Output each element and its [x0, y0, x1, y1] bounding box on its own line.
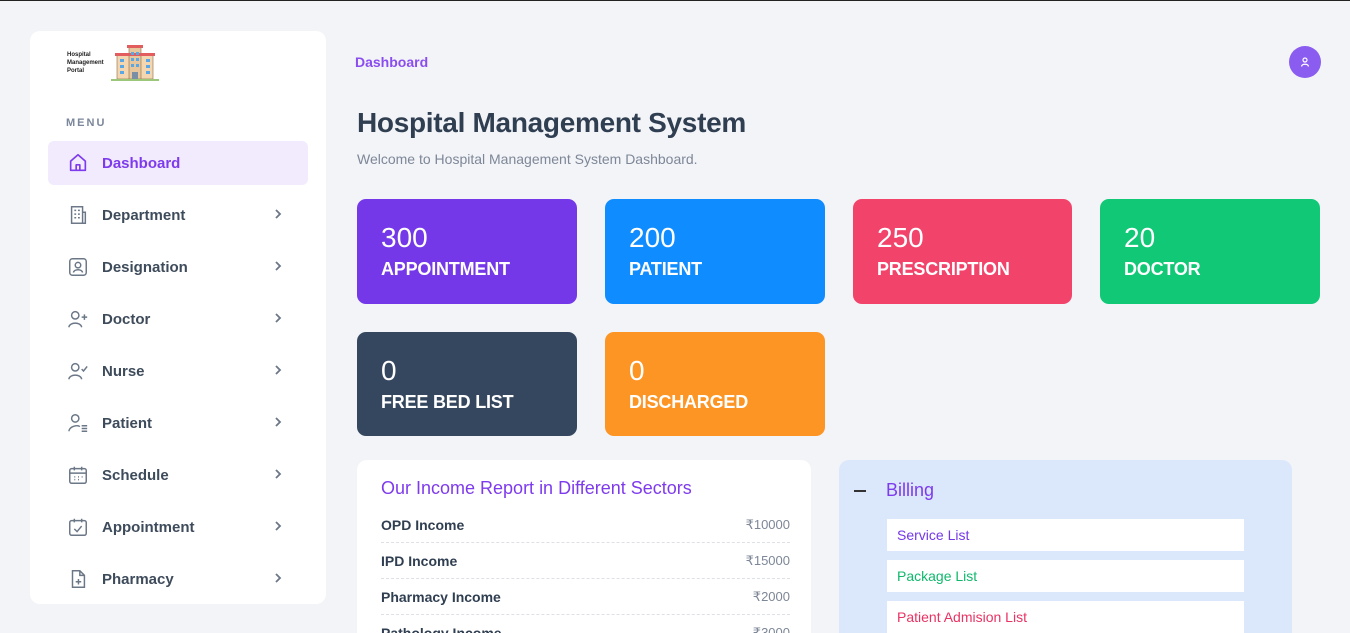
- income-value: ₹15000: [745, 552, 790, 568]
- income-value: ₹3000: [752, 624, 790, 633]
- chevron-right-icon: [275, 417, 282, 427]
- sidebar-item-nurse[interactable]: Nurse: [48, 349, 308, 393]
- stat-label: PATIENT: [629, 259, 702, 279]
- user-list-icon: [67, 412, 89, 434]
- stat-value: 300: [381, 222, 428, 253]
- chevron-right-icon: [275, 261, 282, 271]
- stat-card-free-bed-list[interactable]: 0 FREE BED LIST: [357, 332, 577, 436]
- income-name: OPD Income: [381, 516, 465, 533]
- hospital-building-icon: [111, 45, 159, 81]
- income-report-panel: Our Income Report in Different Sectors O…: [357, 460, 811, 633]
- billing-item-package-list[interactable]: Package List: [887, 560, 1244, 592]
- billing-item-patient-admision-list[interactable]: Patient Admision List: [887, 601, 1244, 633]
- building-icon: [67, 204, 89, 226]
- income-name: IPD Income: [381, 552, 458, 569]
- stat-value: 20: [1124, 222, 1156, 253]
- sidebar-item-label: Nurse: [102, 362, 145, 380]
- sidebar-item-designation[interactable]: Designation: [48, 245, 308, 289]
- logo[interactable]: Hospital Management Portal: [67, 45, 159, 81]
- chevron-right-icon: [275, 573, 282, 583]
- stat-card-prescription[interactable]: 250 PRESCRIPTION: [853, 199, 1072, 304]
- collapse-icon[interactable]: [854, 489, 866, 492]
- income-name: Pharmacy Income: [381, 588, 501, 605]
- page-subtitle: Welcome to Hospital Management System Da…: [357, 151, 698, 167]
- chevron-right-icon: [275, 209, 282, 219]
- billing-list: Service List Package List Patient Admisi…: [887, 519, 1244, 633]
- sidebar-item-label: Dashboard: [102, 154, 181, 172]
- billing-title: Billing: [886, 480, 935, 500]
- sidebar-item-dashboard[interactable]: Dashboard: [48, 141, 308, 185]
- billing-accordion-header[interactable]: Billing: [854, 480, 934, 501]
- sidebar-item-label: Designation: [102, 258, 188, 276]
- sidebar-item-label: Appointment: [102, 518, 195, 536]
- page-title: Hospital Management System: [357, 107, 746, 138]
- sidebar-item-doctor[interactable]: Doctor: [48, 297, 308, 341]
- sidebar-item-label: Department: [102, 206, 186, 224]
- menu-heading: MENU: [66, 117, 107, 129]
- chevron-right-icon: [275, 365, 282, 375]
- income-value: ₹10000: [745, 516, 790, 532]
- chevron-right-icon: [275, 313, 282, 323]
- sidebar-item-label: Pharmacy: [102, 570, 174, 588]
- breadcrumb[interactable]: Dashboard: [355, 54, 428, 70]
- billing-item-service-list[interactable]: Service List: [887, 519, 1244, 551]
- user-icon: [1300, 57, 1310, 67]
- user-plus-icon: [67, 308, 89, 330]
- income-row: Pathology Income ₹3000: [381, 615, 790, 633]
- logo-text: Hospital Management Portal: [67, 52, 104, 74]
- stat-card-discharged[interactable]: 0 DISCHARGED: [605, 332, 825, 436]
- stat-value: 0: [629, 355, 645, 386]
- file-plus-icon: [67, 568, 89, 590]
- income-report-title: Our Income Report in Different Sectors: [381, 478, 692, 498]
- id-card-icon: [67, 256, 89, 278]
- billing-panel: Billing Service List Package List Patien…: [839, 460, 1292, 633]
- stat-value: 0: [381, 355, 397, 386]
- income-row: Pharmacy Income ₹2000: [381, 579, 790, 615]
- stat-label: APPOINTMENT: [381, 259, 510, 279]
- calendar-icon: [67, 464, 89, 486]
- home-icon: [67, 152, 89, 174]
- stat-label: FREE BED LIST: [381, 392, 514, 412]
- stat-label: DOCTOR: [1124, 259, 1201, 279]
- user-avatar-button[interactable]: [1289, 46, 1321, 78]
- income-value: ₹2000: [752, 588, 790, 604]
- income-row: OPD Income ₹10000: [381, 507, 790, 543]
- stat-card-doctor[interactable]: 20 DOCTOR: [1100, 199, 1320, 304]
- chevron-right-icon: [275, 469, 282, 479]
- calendar-check-icon: [67, 516, 89, 538]
- stat-card-appointment[interactable]: 300 APPOINTMENT: [357, 199, 577, 304]
- sidebar-item-label: Doctor: [102, 310, 151, 328]
- sidebar-item-appointment[interactable]: Appointment: [48, 505, 308, 549]
- stat-card-patient[interactable]: 200 PATIENT: [605, 199, 825, 304]
- income-name: Pathology Income: [381, 624, 502, 633]
- stat-label: PRESCRIPTION: [877, 259, 1010, 279]
- stat-label: DISCHARGED: [629, 392, 749, 412]
- sidebar-item-label: Schedule: [102, 466, 169, 484]
- sidebar-item-label: Patient: [102, 414, 153, 432]
- sidebar-nav: Dashboard Department Designation Doctor: [48, 141, 308, 609]
- user-check-icon: [67, 360, 89, 382]
- stat-value: 200: [629, 222, 676, 253]
- sidebar: Hospital Management Portal MENU Dashboar…: [30, 31, 326, 604]
- sidebar-item-pharmacy[interactable]: Pharmacy: [48, 557, 308, 601]
- chevron-right-icon: [275, 521, 282, 531]
- sidebar-item-schedule[interactable]: Schedule: [48, 453, 308, 497]
- sidebar-item-patient[interactable]: Patient: [48, 401, 308, 445]
- sidebar-item-department[interactable]: Department: [48, 193, 308, 237]
- stat-value: 250: [877, 222, 924, 253]
- income-row: IPD Income ₹15000: [381, 543, 790, 579]
